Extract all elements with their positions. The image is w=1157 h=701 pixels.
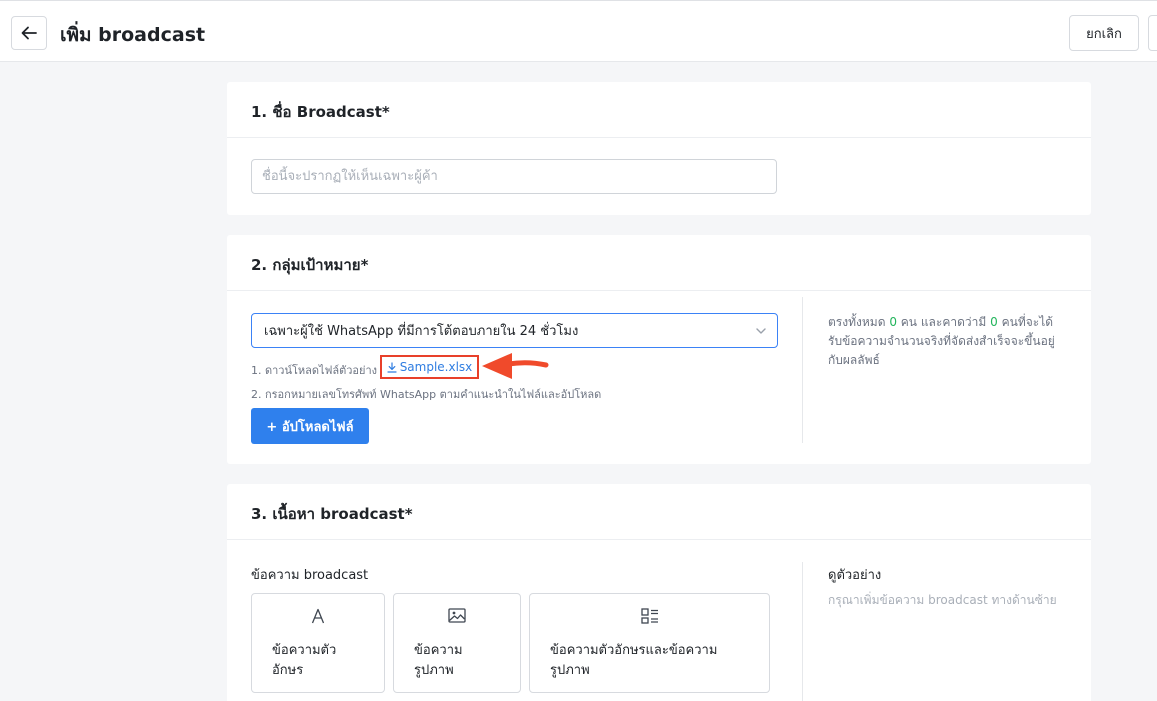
broadcast-name-section: 1. ชื่อ Broadcast*: [227, 82, 1091, 215]
section-divider: [802, 297, 803, 443]
target-group-section: 2. กลุ่มเป้าหมาย* เฉพาะผู้ใช้ WhatsApp ท…: [227, 235, 1091, 464]
section-title: 1. ชื่อ Broadcast*: [227, 82, 1091, 138]
upload-step-text: 2. กรอกหมายเลขโทรศัพท์ WhatsApp ตามคำแนะ…: [251, 388, 602, 401]
arrow-left-icon: [21, 26, 37, 40]
cancel-button[interactable]: ยกเลิก: [1069, 15, 1139, 51]
option-label: ข้อความรูปภาพ: [414, 643, 463, 678]
preview-hint: กรุณาเพิ่มข้อความ broadcast ทางด้านซ้าย: [828, 593, 1057, 607]
option-label: ข้อความตัวอักษรและข้อความรูปภาพ: [550, 643, 718, 678]
option-label: ข้อความตัวอักษร: [272, 643, 337, 678]
annotation-arrow-icon: [482, 353, 549, 379]
section-title: 2. กลุ่มเป้าหมาย*: [227, 235, 1091, 291]
download-step-text: 1. ดาวน์โหลดไฟล์ตัวอย่าง: [251, 364, 378, 377]
expected-count: 0: [990, 315, 998, 329]
summary-prefix: ตรงทั้งหมด: [828, 315, 886, 329]
text-icon: [311, 608, 325, 624]
audience-select[interactable]: เฉพาะผู้ใช้ WhatsApp ที่มีการโต้ตอบภายใน…: [251, 313, 778, 348]
image-icon: [448, 608, 466, 623]
broadcast-content-section: 3. เนื้อหา broadcast* ข้อความ broadcast …: [227, 484, 1091, 701]
text-message-option[interactable]: ข้อความตัวอักษร: [251, 593, 385, 693]
section-divider: [802, 562, 803, 701]
recipient-summary: ตรงทั้งหมด 0 คน และคาดว่ามี 0 คนที่จะได้…: [828, 313, 1060, 370]
back-button[interactable]: [11, 16, 47, 50]
section-title: 3. เนื้อหา broadcast*: [227, 484, 1091, 540]
total-count: 0: [889, 315, 897, 329]
top-bar: เพิ่ม broadcast ยกเลิก: [0, 0, 1157, 62]
broadcast-name-input[interactable]: [251, 159, 777, 194]
summary-mid: คน และคาดว่ามี: [900, 315, 987, 329]
sample-file-name: Sample.xlsx: [399, 360, 473, 374]
sample-download-link[interactable]: Sample.xlsx: [380, 355, 479, 379]
message-label: ข้อความ broadcast: [251, 568, 369, 583]
image-message-option[interactable]: ข้อความรูปภาพ: [393, 593, 521, 693]
page-title: เพิ่ม broadcast: [60, 24, 206, 46]
chevron-down-icon: [756, 328, 766, 334]
download-icon: [387, 361, 397, 373]
text-image-icon: [640, 608, 658, 624]
text-image-message-option[interactable]: ข้อความตัวอักษรและข้อความรูปภาพ: [529, 593, 770, 693]
preview-title: ดูตัวอย่าง: [828, 568, 882, 583]
confirm-button[interactable]: [1148, 15, 1157, 51]
upload-file-button[interactable]: + อัปโหลดไฟล์: [251, 408, 369, 444]
audience-select-value: เฉพาะผู้ใช้ WhatsApp ที่มีการโต้ตอบภายใน…: [264, 324, 579, 339]
